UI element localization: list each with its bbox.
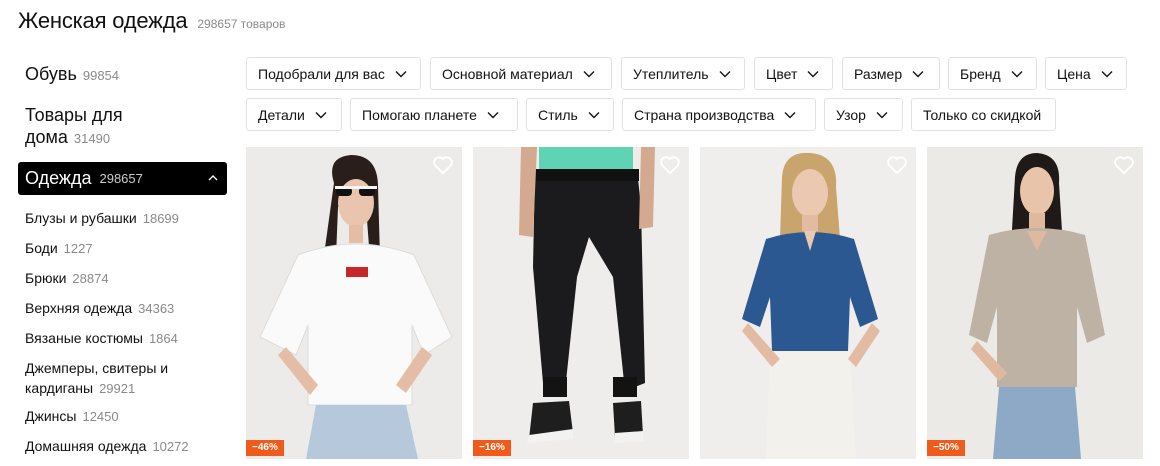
sidebar-item-label: Товары для [25, 105, 123, 125]
filter-eco[interactable]: Помогаю планете [350, 98, 518, 131]
page-header: Женская одежда 298657 товаров [18, 8, 285, 34]
product-count: 298657 товаров [197, 17, 286, 31]
filter-label: Детали [258, 106, 305, 123]
heart-outline-icon[interactable] [1113, 155, 1135, 175]
product-card[interactable]: −50% [927, 147, 1143, 459]
sidebar-item-label: Одежда [25, 168, 92, 188]
subcategory-count: 1227 [63, 241, 93, 256]
sidebar-item-home-goods[interactable]: Товары для дома 31490 [18, 104, 168, 150]
filter-discount-only[interactable]: Только со скидкой [911, 98, 1056, 131]
subcategory-knit-suits[interactable]: Вязаные костюмы 1864 [25, 328, 178, 349]
heart-outline-icon[interactable] [432, 155, 454, 175]
subcategory-sweaters[interactable]: Джемперы, свитеры и кардиганы 29921 [25, 358, 195, 399]
subcategory-label: Домашняя одежда [25, 438, 147, 454]
subcategory-label: Боди [25, 240, 58, 256]
subcategory-count: 34363 [138, 301, 175, 316]
chevron-down-icon [588, 111, 600, 118]
product-card[interactable]: −16% [473, 147, 689, 459]
filter-label: Бренд [960, 65, 1001, 82]
heart-outline-icon[interactable] [659, 155, 681, 175]
heart-outline-icon[interactable] [886, 155, 908, 175]
subcategory-homewear[interactable]: Домашняя одежда 10272 [25, 436, 189, 457]
product-card[interactable] [700, 147, 916, 459]
subcategory-label: Брюки [25, 270, 67, 286]
chevron-up-icon[interactable] [208, 173, 218, 183]
subcategory-count: 1864 [148, 331, 178, 346]
subcategory-count: 18699 [142, 211, 179, 226]
subcategory-label: Верхняя одежда [25, 300, 133, 316]
filter-details[interactable]: Детали [246, 98, 342, 131]
chevron-down-icon [315, 111, 327, 118]
chevron-down-icon [876, 111, 888, 118]
filter-label: Только со скидкой [923, 106, 1042, 123]
sidebar-item-count: 99854 [82, 68, 120, 83]
chevron-down-icon [395, 70, 407, 77]
subcategory-count: 29921 [99, 381, 136, 396]
subcategory-label: Блузы и рубашки [25, 210, 137, 226]
filter-brand[interactable]: Бренд [948, 57, 1037, 90]
discount-badge: −16% [473, 440, 511, 456]
sidebar-item-clothes[interactable]: Одежда 298657 [18, 162, 227, 195]
filter-label: Подобрали для вас [258, 65, 385, 82]
filter-style[interactable]: Стиль [526, 98, 614, 131]
chevron-down-icon [807, 70, 819, 77]
filter-insulation[interactable]: Утеплитель [621, 57, 745, 90]
subcategory-count: 28874 [72, 271, 109, 286]
filter-label: Цена [1057, 65, 1091, 82]
chevron-down-icon [583, 70, 595, 77]
filter-pattern[interactable]: Узор [824, 98, 903, 131]
sidebar-item-count: 31490 [73, 131, 111, 146]
filter-label: Стиль [538, 106, 578, 123]
subcategory-count: 10272 [152, 439, 189, 454]
sidebar-item-label: Обувь [25, 64, 77, 84]
chevron-down-icon [487, 111, 499, 118]
subcategory-blouses[interactable]: Блузы и рубашки 18699 [25, 208, 179, 229]
filter-price[interactable]: Цена [1045, 57, 1127, 90]
product-card[interactable]: −46% [246, 147, 462, 459]
filter-material[interactable]: Основной материал [430, 57, 612, 90]
filter-label: Размер [854, 65, 903, 82]
filter-label: Цвет [766, 65, 798, 82]
product-image [700, 147, 916, 459]
subcategory-outerwear[interactable]: Верхняя одежда 34363 [25, 298, 174, 319]
page-title: Женская одежда [18, 8, 188, 33]
filter-recommended[interactable]: Подобрали для вас [246, 57, 421, 90]
discount-badge: −46% [246, 440, 284, 456]
subcategory-count: 12450 [82, 409, 119, 424]
discount-badge: −50% [927, 440, 965, 456]
chevron-down-icon [1011, 70, 1023, 77]
product-image [246, 147, 462, 459]
subcategory-label: Джинсы [25, 408, 77, 424]
chevron-down-icon [719, 70, 731, 77]
filter-country[interactable]: Страна производства [622, 98, 816, 131]
subcategory-bodysuits[interactable]: Боди 1227 [25, 238, 93, 259]
sidebar-item-label-cont: дома [25, 127, 68, 147]
filter-label: Страна производства [634, 106, 775, 123]
chevron-down-icon [784, 111, 796, 118]
sidebar-item-shoes[interactable]: Обувь 99854 [18, 63, 119, 85]
subcategory-label: Джемперы, свитеры и кардиганы [25, 360, 169, 396]
sidebar-item-count: 298657 [99, 171, 143, 186]
subcategory-trousers[interactable]: Брюки 28874 [25, 268, 109, 289]
subcategory-jeans[interactable]: Джинсы 12450 [25, 406, 119, 427]
chevron-down-icon [912, 70, 924, 77]
product-image [927, 147, 1143, 459]
subcategory-label: Вязаные костюмы [25, 330, 143, 346]
chevron-down-icon [1101, 70, 1113, 77]
filter-size[interactable]: Размер [842, 57, 940, 90]
filter-label: Основной материал [442, 65, 573, 82]
product-image [473, 147, 689, 459]
filter-label: Утеплитель [633, 65, 709, 82]
filter-label: Помогаю планете [362, 106, 477, 123]
filter-label: Узор [836, 106, 866, 123]
filter-color[interactable]: Цвет [754, 57, 833, 90]
